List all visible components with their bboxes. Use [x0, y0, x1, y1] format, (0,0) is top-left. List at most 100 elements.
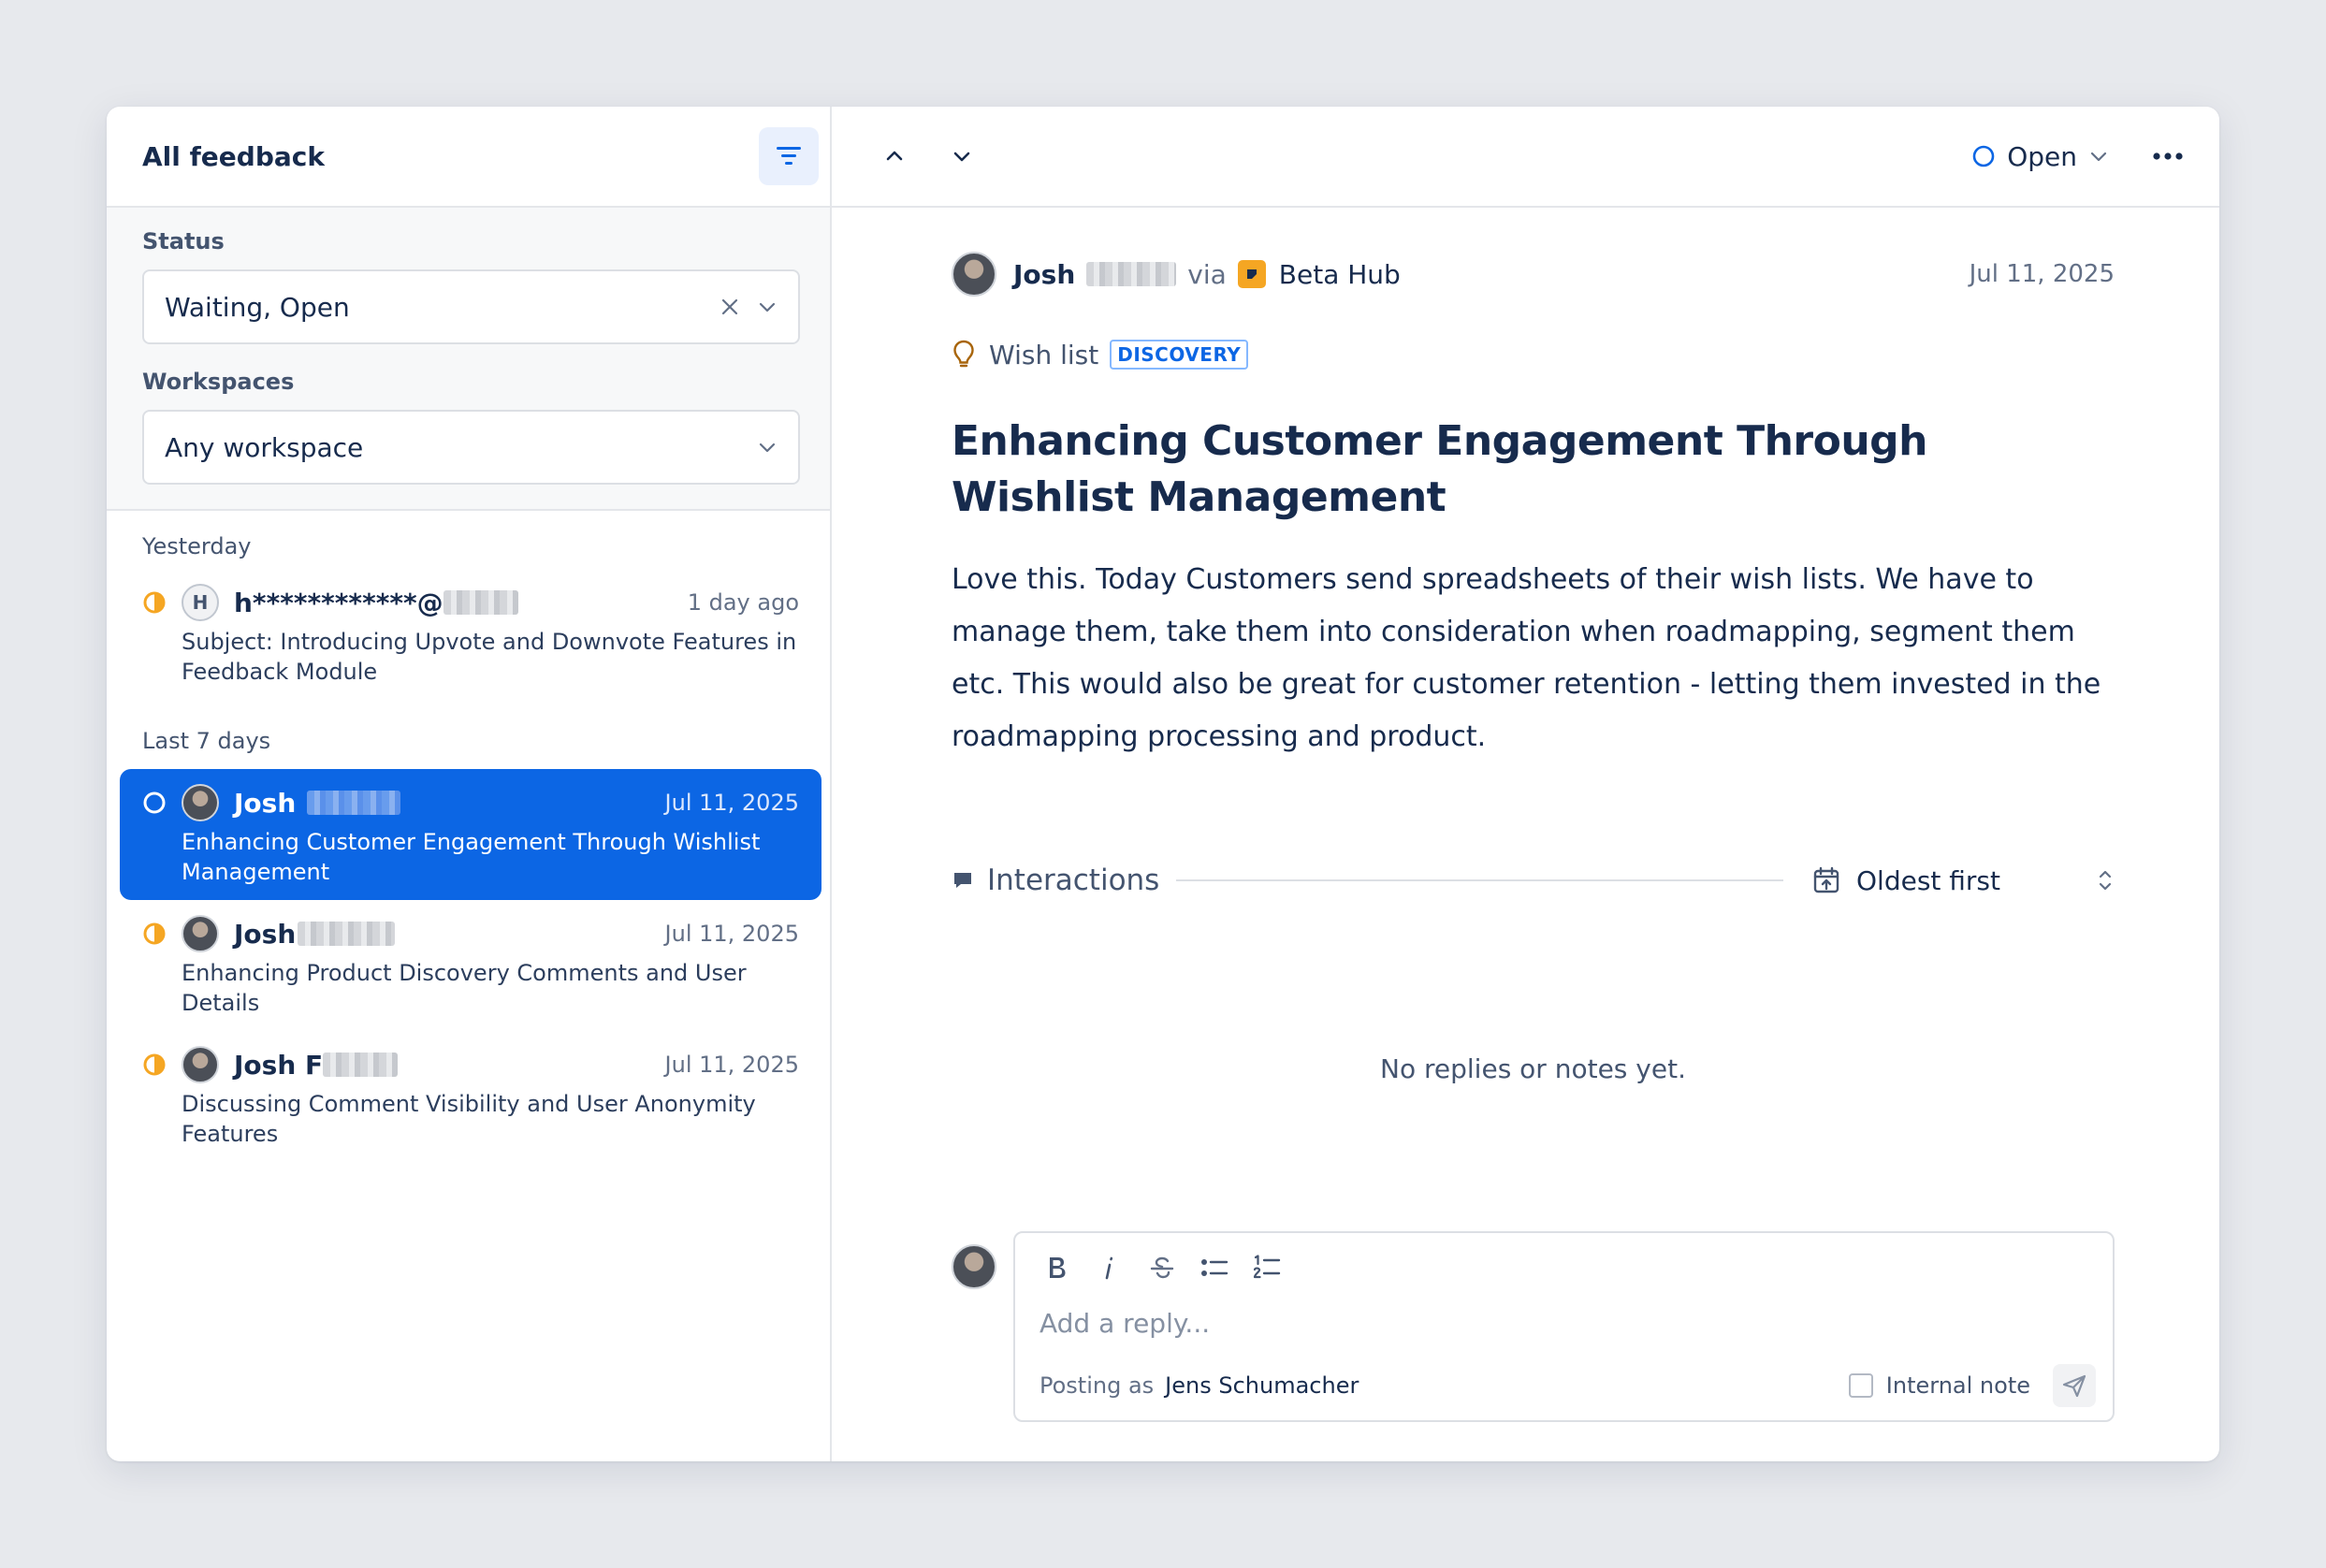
comment-icon	[954, 873, 971, 888]
italic-icon	[1105, 1256, 1113, 1280]
avatar	[182, 784, 219, 821]
reply-composer: Posting as Jens Schumacher Internal note	[952, 1231, 2115, 1422]
strikethrough-button[interactable]	[1144, 1249, 1180, 1286]
clear-icon[interactable]	[720, 297, 740, 317]
redacted-text	[1086, 262, 1177, 286]
calendar-icon[interactable]	[1811, 865, 1841, 895]
reply-input[interactable]	[1039, 1308, 2088, 1339]
chevron-up-down-icon	[2099, 870, 2112, 891]
previous-button[interactable]	[871, 133, 918, 180]
waiting-status-icon	[143, 591, 166, 614]
sort-toggle[interactable]	[2096, 867, 2115, 893]
waiting-status-icon	[143, 922, 166, 945]
redacted-text	[443, 590, 518, 615]
source-icon	[1237, 260, 1266, 288]
lightbulb-icon	[953, 340, 974, 368]
next-button[interactable]	[938, 133, 985, 180]
hub-logo-icon	[1246, 269, 1257, 279]
workspaces-filter-label: Workspaces	[142, 369, 295, 395]
source-name: Beta Hub	[1278, 258, 1401, 290]
workspaces-filter-select[interactable]: Any workspace	[142, 410, 800, 485]
bold-icon	[1050, 1257, 1066, 1278]
send-button[interactable]	[2053, 1364, 2096, 1407]
author-name[interactable]: Josh	[1013, 259, 1075, 290]
item-date: 1 day ago	[687, 589, 799, 616]
avatar	[182, 1046, 219, 1083]
redacted-text	[323, 1053, 399, 1077]
bullet-list-button[interactable]	[1197, 1249, 1232, 1286]
interactions-header: Interactions Oldest first	[952, 857, 2115, 904]
workspaces-filter-value: Any workspace	[165, 431, 364, 463]
filter-panel: Status Waiting, Open Workspaces Any work…	[107, 208, 830, 511]
post-date: Jul 11, 2025	[1969, 260, 2115, 288]
list-item[interactable]: Josh F Jul 11, 2025 Discussing Comment V…	[120, 1031, 821, 1162]
empty-state: No replies or notes yet.	[1380, 1053, 1686, 1084]
numbered-list-icon	[1253, 1255, 1281, 1279]
category-row: Wish list DISCOVERY	[952, 339, 2115, 370]
item-author: Josh	[234, 918, 297, 950]
app-window: All feedback Status Waiting, Open Worksp…	[107, 107, 2219, 1461]
chevron-down-icon	[759, 302, 776, 312]
chevron-down-icon	[759, 443, 776, 453]
author-row: Josh via Beta Hub Jul 11, 2025	[952, 251, 2115, 298]
current-user-avatar	[952, 1244, 996, 1289]
waiting-status-icon	[143, 1053, 166, 1076]
sort-order-select[interactable]: Oldest first	[1856, 865, 2000, 896]
feedback-body: Love this. Today Customers send spreadsh…	[952, 563, 2101, 753]
italic-button[interactable]	[1092, 1249, 1127, 1286]
item-author: h************@	[234, 587, 443, 618]
status-filter-label: Status	[142, 228, 225, 254]
list-title: All feedback	[142, 140, 325, 172]
chevron-up-icon	[886, 151, 903, 161]
posting-as-label: Posting as	[1039, 1372, 1155, 1399]
status-filter-value: Waiting, Open	[165, 291, 350, 323]
open-status-icon	[1972, 145, 1995, 167]
more-icon	[2153, 152, 2183, 160]
format-toolbar	[1039, 1246, 2088, 1289]
avatar	[182, 915, 219, 952]
group-label-last-7-days: Last 7 days	[142, 728, 271, 754]
item-subject: Enhancing Product Discovery Comments and…	[182, 960, 747, 1016]
item-date: Jul 11, 2025	[664, 1052, 799, 1078]
strikethrough-icon	[1150, 1256, 1174, 1279]
via-label: via	[1187, 258, 1227, 290]
discovery-badge: DISCOVERY	[1110, 340, 1249, 370]
chevron-down-icon	[953, 152, 970, 162]
detail-header: Open	[832, 107, 2219, 208]
chevron-down-icon	[2090, 152, 2107, 162]
list-item[interactable]: H h************@ 1 day ago Subject: Intr…	[120, 569, 821, 700]
redacted-text	[298, 922, 396, 946]
bold-button[interactable]	[1039, 1249, 1075, 1286]
item-subject: Subject: Introducing Upvote and Downvote…	[182, 629, 797, 685]
reply-editor: Posting as Jens Schumacher Internal note	[1013, 1231, 2115, 1422]
status-filter-select[interactable]: Waiting, Open	[142, 269, 800, 344]
divider	[1176, 879, 1783, 881]
detail-content: Josh via Beta Hub Jul 11, 2025 Wish list…	[832, 251, 2219, 1084]
item-date: Jul 11, 2025	[664, 790, 799, 816]
redacted-text	[307, 791, 401, 815]
send-icon	[2062, 1374, 2086, 1398]
list-item[interactable]: Josh Jul 11, 2025 Enhancing Product Disc…	[120, 900, 821, 1031]
status-value: Open	[2007, 140, 2077, 172]
internal-note-toggle[interactable]: Internal note	[1848, 1372, 2030, 1399]
item-author: Josh	[234, 787, 297, 819]
filter-button[interactable]	[759, 127, 819, 185]
internal-note-label: Internal note	[1885, 1372, 2030, 1399]
item-author: Josh F	[234, 1049, 324, 1081]
author-avatar	[952, 252, 996, 297]
feedback-detail-panel: Open Josh via Beta Hub Jul 11, 2025 Wish…	[832, 107, 2219, 1461]
internal-note-checkbox[interactable]	[1848, 1373, 1873, 1398]
avatar: H	[182, 584, 219, 621]
feedback-title: Enhancing Customer Engagement Through Wi…	[952, 417, 1927, 521]
numbered-list-button[interactable]	[1249, 1249, 1285, 1286]
interactions-label: Interactions	[987, 864, 1160, 897]
status-dropdown[interactable]: Open	[1971, 141, 2109, 172]
item-subject: Enhancing Customer Engagement Through Wi…	[182, 829, 761, 885]
group-label-yesterday: Yesterday	[142, 533, 252, 559]
reply-footer: Posting as Jens Schumacher Internal note	[1039, 1364, 2096, 1407]
posting-as-name: Jens Schumacher	[1165, 1372, 1359, 1399]
list-item-selected[interactable]: Josh Jul 11, 2025 Enhancing Customer Eng…	[120, 769, 821, 900]
category-label[interactable]: Wish list	[989, 340, 1098, 370]
bullet-list-icon	[1201, 1259, 1228, 1276]
more-actions-button[interactable]	[2144, 133, 2191, 180]
